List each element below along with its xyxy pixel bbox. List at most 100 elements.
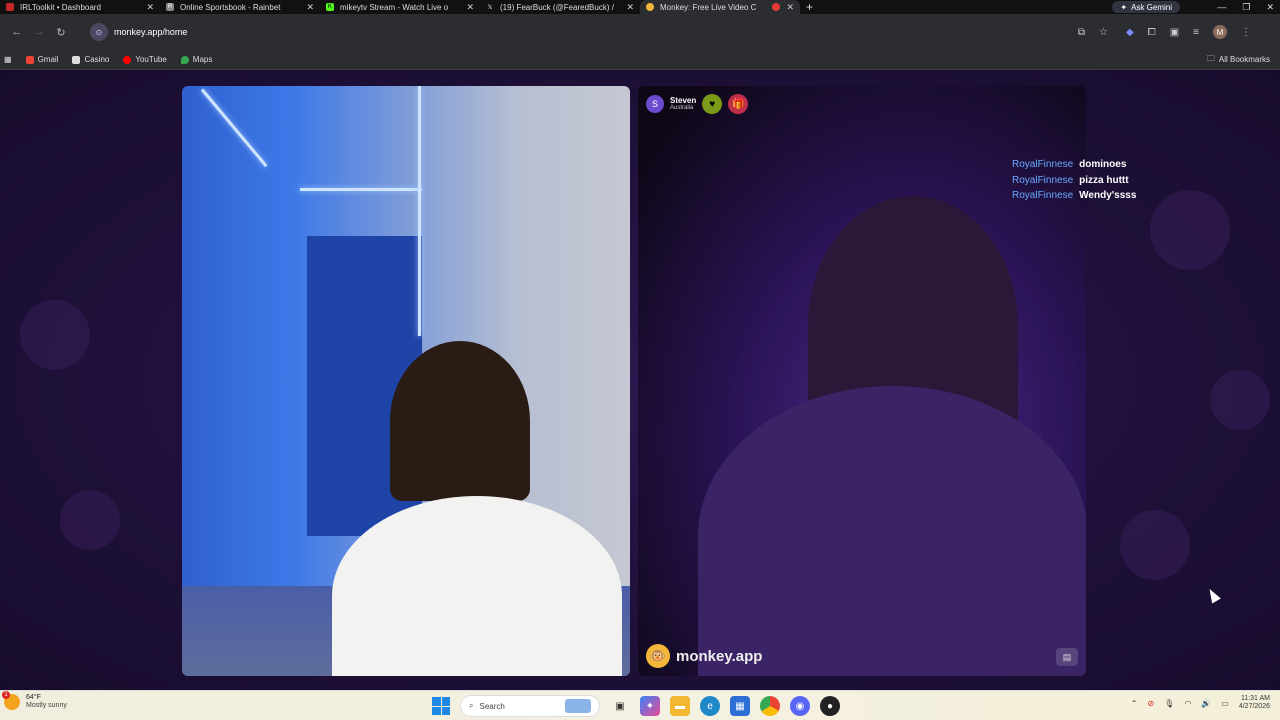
close-icon[interactable]: ✕ [626,2,634,13]
close-icon[interactable]: ✕ [466,2,474,13]
side-panel-icon[interactable]: ▣ [1170,27,1179,38]
windows-start-icon[interactable] [432,697,450,715]
tray-app-icon[interactable]: ⊘ [1147,699,1154,708]
close-icon[interactable]: ✕ [786,2,794,13]
led-strip [200,88,268,168]
task-view-icon[interactable]: ▣ [610,696,630,716]
battery-icon[interactable]: ▭ [1221,699,1229,708]
gift-reaction-icon[interactable]: 🎁 [728,94,749,114]
chrome-icon[interactable] [760,696,780,716]
chat-user: RoyalFinnese [1012,159,1074,170]
url-text: monkey.app/home [114,27,188,37]
peer-avatar: S [646,95,664,113]
bookmark-maps[interactable]: Maps [180,55,213,64]
recording-icon [772,3,781,11]
extension-icon[interactable]: ◆ [1126,27,1134,38]
maps-icon [180,55,189,64]
bookmark-youtube[interactable]: YouTube [123,55,167,64]
copilot-icon[interactable]: ✦ [640,696,660,716]
volume-icon[interactable]: 🔊 [1201,699,1211,708]
background-pattern [60,490,120,550]
irltoolkit-icon [6,3,14,11]
clock-date: 4/27/2026 [1238,703,1270,711]
ask-gemini-label: Ask Gemini [1131,2,1172,12]
install-app-icon[interactable]: ⧉ [1078,27,1085,38]
chat-text: pizza huttt [1079,174,1129,186]
monkey-icon [646,3,654,11]
chat-text: dominoes [1079,159,1127,170]
close-window-icon[interactable]: ✕ [1266,2,1274,13]
chevron-up-icon[interactable]: ⌃ [1131,699,1138,708]
search-highlight-icon [565,699,591,713]
ask-gemini-button[interactable]: ✦ Ask Gemini [1112,1,1180,13]
profile-avatar[interactable]: M [1213,25,1227,39]
discord-icon[interactable]: ◉ [790,696,810,716]
mouse-cursor-icon [1205,586,1221,604]
weather-widget[interactable]: 1 64°F Mostly sunny [2,691,67,710]
tab-title: mikeytv Stream - Watch Live o [340,2,449,12]
file-explorer-icon[interactable]: ▬ [670,696,690,716]
bookmark-label: YouTube [135,55,167,64]
reload-icon[interactable]: ↻ [50,26,72,39]
chat-user: RoyalFinnese [1012,190,1074,201]
monkey-logo-icon: 🐵 [646,644,670,668]
x-icon: 𝕏 [487,4,493,11]
site-info-icon[interactable]: ⊙ [90,23,108,41]
edge-icon[interactable]: e [700,696,720,716]
clock[interactable]: 11:31 AM 4/27/2026 [1239,695,1270,711]
tab-title: Monkey: Free Live Video C [660,2,757,12]
extensions-puzzle-icon[interactable]: ⧠ [1148,27,1156,38]
all-bookmarks-label: All Bookmarks [1218,55,1270,64]
bookmark-gmail[interactable]: Gmail [25,55,58,64]
all-bookmarks-button[interactable]: 🗀 All Bookmarks [1207,53,1270,67]
obs-icon[interactable]: ● [820,696,840,716]
wifi-icon[interactable]: ◠ [1184,699,1191,708]
tab-title: (19) FearBuck (@FearedBuck) / [500,2,614,12]
captions-icon[interactable]: ▤ [1056,648,1078,666]
weather-condition: Mostly sunny [26,702,67,709]
peer-info-badge[interactable]: S Steven Australia ♥ 🎁 [646,94,749,114]
tab-x-profile[interactable]: 𝕏 (19) FearBuck (@FearedBuck) / ✕ [480,0,640,14]
search-icon: ⌕ [469,701,474,710]
system-tray: ⌃ ⊘ 🎙 ◠ 🔊 ▭ 11:31 AM 4/27/2026 [1131,695,1270,711]
monkey-brand: 🐵 monkey.app [646,644,762,668]
media-controls-icon[interactable]: ≡ [1193,27,1199,38]
clock-time: 11:31 AM [1240,695,1270,702]
menu-icon[interactable]: ⋮ [1241,27,1251,38]
apps-grid-icon[interactable]: ▦ [4,55,12,64]
restore-icon[interactable]: ❐ [1242,2,1250,13]
folder-icon: 🗀 [1206,53,1215,63]
heart-reaction-icon[interactable]: ♥ [702,94,723,114]
close-icon[interactable]: ✕ [146,2,154,13]
tab-kick-stream[interactable]: K mikeytv Stream - Watch Live o ✕ [320,0,480,14]
brand-label: monkey.app [676,647,763,665]
close-icon[interactable]: ✕ [306,2,314,13]
toolbar-actions: ◆ ⧠ ▣ ≡ M ⋮ [1126,25,1251,39]
store-icon[interactable]: ▦ [730,696,750,716]
bookmark-label: Maps [192,55,213,64]
alert-badge: 1 [2,691,10,699]
window-controls: — ❐ ✕ [1217,0,1274,14]
tab-monkey[interactable]: Monkey: Free Live Video C ✕ [640,0,800,14]
back-icon[interactable]: ← [6,26,28,38]
rainbet-icon: R [166,3,174,11]
microphone-icon[interactable]: 🎙 [1164,699,1174,708]
background-pattern [20,300,90,370]
background-pattern [1210,370,1270,430]
tab-irltoolkit[interactable]: IRLToolkit • Dashboard ✕ [0,0,160,14]
forward-icon[interactable]: → [28,26,50,38]
tab-rainbet[interactable]: R Online Sportsbook - Rainbet ✕ [160,0,320,14]
taskbar-search[interactable]: ⌕ Search [460,695,600,717]
chat-message: RoyalFinnese dominoes [1012,157,1136,173]
address-bar[interactable]: ⊙ monkey.app/home ⧉ ☆ [84,20,1114,44]
bookmark-casino[interactable]: Casino [72,55,109,64]
bookmark-star-icon[interactable]: ☆ [1099,27,1108,38]
tab-strip: IRLToolkit • Dashboard ✕ R Online Sports… [0,0,1280,14]
minimize-icon[interactable]: — [1217,2,1226,12]
weather-text: 64°F Mostly sunny [26,694,67,709]
chat-overlay: RoyalFinnese dominoes RoyalFinnese pizza… [1012,157,1136,204]
bookmarks-bar: ▦ Gmail Casino YouTube Maps 🗀 All Bookma… [0,50,1280,70]
gmail-icon [25,55,34,64]
new-tab-button[interactable]: + [806,0,813,14]
background-pattern [1150,190,1230,270]
